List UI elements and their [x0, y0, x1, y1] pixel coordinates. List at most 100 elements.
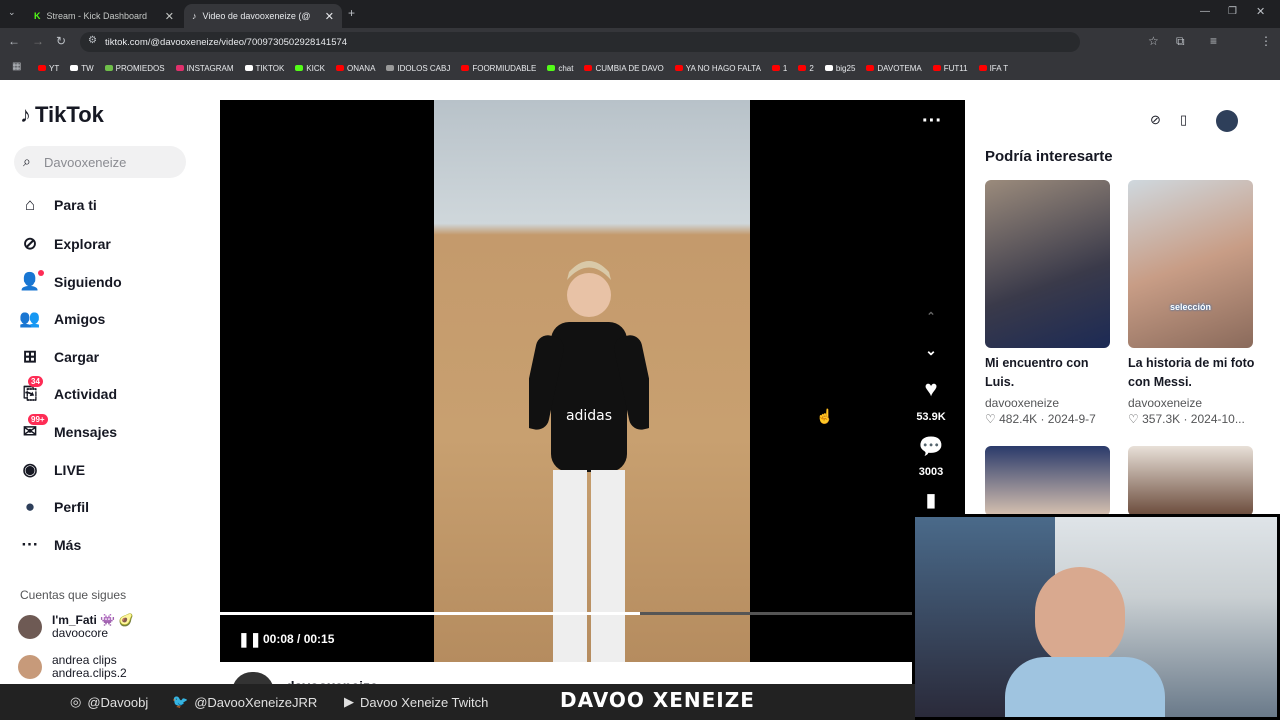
- bookmark-favicon-icon: [461, 65, 470, 71]
- forward-icon[interactable]: →: [32, 34, 44, 48]
- bookmark-item[interactable]: YA NO HAGO FALTA: [674, 64, 761, 73]
- more-icon: ···: [21, 535, 39, 554]
- address-bar[interactable]: ⚙ tiktok.com/@davooxeneize/video/7009730…: [80, 32, 1080, 52]
- recommend-card-thumbnail[interactable]: [1128, 446, 1253, 516]
- heart-outline-icon: ♡: [1128, 412, 1143, 426]
- bookmark-item[interactable]: chat: [547, 64, 573, 73]
- twitter-icon: 🐦: [172, 694, 189, 709]
- following-account[interactable]: I'm_Fati 👾 🥑 davoocore: [18, 614, 133, 640]
- sidebar-item-explorar[interactable]: ⊘ Explorar: [18, 230, 188, 258]
- close-icon[interactable]: ✕: [325, 10, 334, 23]
- recommend-card-title[interactable]: Mi encuentro con Luis.: [985, 354, 1115, 392]
- apps-grid-icon[interactable]: ▦: [12, 61, 21, 72]
- bookmark-item[interactable]: PROMIEDOS: [104, 64, 165, 73]
- notification-badge: 34: [28, 376, 43, 387]
- bookmark-item[interactable]: KICK: [295, 64, 325, 73]
- bookmark-item[interactable]: YT: [38, 64, 59, 73]
- video-player[interactable]: adidas ··· ⌃ ⌄ ♥ 53.9K 💬 3003 ▮ ❚❚ 00:08…: [220, 100, 965, 662]
- stream-brand: DAVOO XENEIZE: [560, 688, 755, 712]
- tab-search-icon[interactable]: ⌄: [8, 7, 16, 18]
- bookmark-item[interactable]: big25: [824, 64, 855, 73]
- chevron-up-icon[interactable]: ⌃: [911, 310, 951, 323]
- recommend-card-title[interactable]: La historia de mi foto con Messi.: [1128, 354, 1258, 392]
- back-icon[interactable]: ←: [8, 34, 20, 48]
- recommend-card-thumbnail[interactable]: [985, 446, 1110, 516]
- minimize-icon[interactable]: —: [1200, 6, 1210, 17]
- comment-icon[interactable]: 💬: [911, 434, 951, 459]
- chevron-down-icon[interactable]: ⌄: [911, 342, 951, 359]
- bookmark-item[interactable]: INSTAGRAM: [175, 64, 234, 73]
- sidebar-item-mensajes[interactable]: ✉ Mensajes 99+: [18, 414, 188, 446]
- avatar[interactable]: [1216, 110, 1238, 132]
- bookmark-item[interactable]: FUT11: [932, 64, 968, 73]
- video-time: 00:08 / 00:15: [263, 632, 335, 646]
- reload-icon[interactable]: ↻: [56, 34, 66, 48]
- phone-icon[interactable]: ▯: [1180, 112, 1187, 128]
- bookmark-item[interactable]: FOORMIUDABLE: [461, 64, 536, 73]
- compass-icon: ⊘: [22, 234, 38, 253]
- new-tab-icon[interactable]: +: [348, 6, 355, 20]
- recommend-card-stats: ♡ 357.3K · 2024-10...: [1128, 412, 1245, 426]
- tiktok-favicon-icon: ♪: [192, 11, 197, 21]
- sidebar-item-amigos[interactable]: 👥 Amigos: [18, 305, 188, 333]
- bookmark-favicon-icon: [866, 65, 875, 71]
- sidebar-item-perfil[interactable]: ● Perfil: [18, 493, 188, 521]
- bookmark-star-icon[interactable]: ☆: [1148, 34, 1159, 48]
- compass-icon[interactable]: ⊘: [1150, 112, 1161, 128]
- bookmark-favicon-icon: [104, 65, 113, 71]
- bookmark-item[interactable]: TIKTOK: [244, 64, 284, 73]
- like-heart-icon[interactable]: ♥: [911, 376, 951, 402]
- bookmark-favicon-icon: [978, 65, 987, 71]
- search-input[interactable]: ⌕ Davooxeneize: [14, 146, 186, 178]
- bookmark-favicon-icon: [244, 65, 253, 71]
- sidebar-item-cargar[interactable]: ⊞ Cargar: [18, 343, 188, 371]
- video-frame: adidas: [434, 100, 750, 662]
- inbox-icon: ⎘: [23, 384, 37, 403]
- restore-icon[interactable]: ❐: [1228, 6, 1237, 17]
- avatar: ●: [24, 497, 36, 516]
- recommend-card-thumbnail[interactable]: selección: [1128, 180, 1253, 348]
- media-icon[interactable]: ≡: [1210, 34, 1217, 48]
- recommend-card-thumbnail[interactable]: [985, 180, 1110, 348]
- bookmark-item[interactable]: IFA T: [978, 64, 1008, 73]
- youtube-icon: ▶: [344, 694, 354, 709]
- sidebar-item-para-ti[interactable]: ⌂ Para ti: [18, 191, 188, 219]
- search-icon: ⌕: [23, 153, 31, 169]
- window-close-icon[interactable]: ✕: [1256, 5, 1265, 18]
- extensions-icon[interactable]: ⧉: [1176, 34, 1185, 49]
- tab-kick-dashboard[interactable]: K Stream - Kick Dashboard ✕: [26, 4, 182, 28]
- site-info-icon[interactable]: ⚙: [88, 35, 97, 46]
- more-options-icon[interactable]: ···: [922, 110, 942, 133]
- sidebar-item-actividad[interactable]: ⎘ Actividad 34: [18, 376, 188, 408]
- youtube-handle: ▶ Davoo Xeneize Twitch: [344, 694, 489, 710]
- sidebar-item-live[interactable]: ◉ LIVE: [18, 456, 188, 484]
- bookmark-item[interactable]: ONANA: [335, 64, 375, 73]
- bookmark-favicon-icon: [295, 65, 304, 71]
- bookmark-item[interactable]: 2: [798, 64, 814, 73]
- browser-menu-icon[interactable]: ⋮: [1260, 34, 1272, 48]
- tiktok-logo[interactable]: ♪ TikTok: [20, 102, 104, 128]
- live-icon: ◉: [22, 460, 38, 479]
- bookmark-item[interactable]: DAVOTEMA: [866, 64, 922, 73]
- url-text: tiktok.com/@davooxeneize/video/700973050…: [105, 36, 348, 48]
- bookmark-item[interactable]: IDOLOS CABJ: [386, 64, 450, 73]
- pause-icon[interactable]: ❚❚: [238, 631, 261, 648]
- heart-outline-icon: ♡: [985, 412, 1000, 426]
- bookmark-icon[interactable]: ▮: [911, 490, 951, 511]
- video-progress-bar[interactable]: [220, 612, 920, 615]
- video-progress-fill: [220, 612, 640, 615]
- mouse-cursor-icon: ☝: [816, 408, 834, 424]
- bookmark-favicon-icon: [932, 65, 941, 71]
- close-icon[interactable]: ✕: [165, 10, 174, 23]
- tab-tiktok-video[interactable]: ♪ Video de davooxeneize (@ ✕: [184, 4, 342, 28]
- recommend-card-user[interactable]: davooxeneize: [985, 396, 1059, 410]
- bookmark-item[interactable]: CUMBIA DE DAVO: [584, 64, 664, 73]
- bookmark-item[interactable]: TW: [70, 64, 94, 73]
- bookmark-item[interactable]: 1: [771, 64, 787, 73]
- recommend-card-user[interactable]: davooxeneize: [1128, 396, 1202, 410]
- comment-count: 3003: [918, 466, 944, 478]
- following-account[interactable]: andrea clips andrea.clips.2: [18, 654, 127, 680]
- home-icon: ⌂: [24, 195, 36, 214]
- sidebar-item-más[interactable]: ··· Más: [18, 531, 188, 559]
- sidebar-item-siguiendo[interactable]: 👤 Siguiendo: [18, 268, 188, 296]
